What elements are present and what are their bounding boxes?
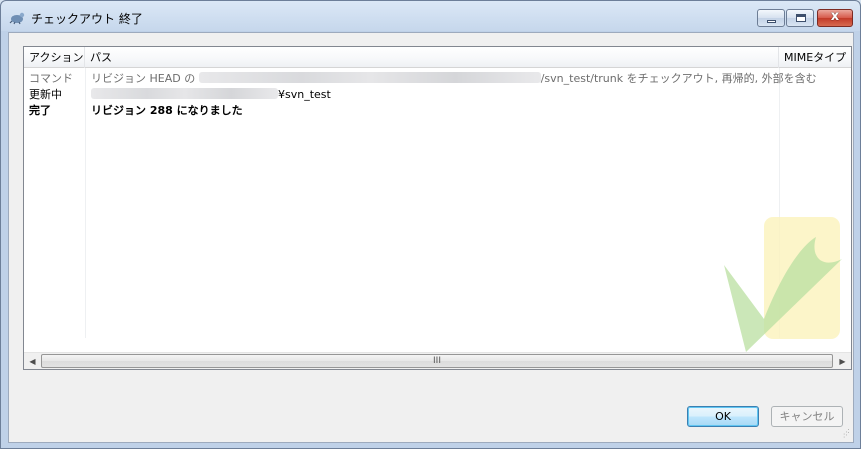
scroll-thumb[interactable]: III [41,354,833,368]
close-icon: x [830,9,840,24]
row-path: リビジョン HEAD の /svn_test/trunk をチェックアウト, 再… [91,71,817,87]
maximize-icon [796,14,806,22]
list-item[interactable]: 更新中 ¥svn_test [24,87,851,103]
scroll-right-icon[interactable]: ▶ [834,353,851,369]
row-action: 完了 [29,104,51,117]
path-prefix: リビジョン HEAD の [91,72,196,85]
column-header-action[interactable]: アクション [24,47,85,68]
results-list[interactable]: アクション パス MIMEタイプ コマンド リビジョン HEAD の /svn_… [23,46,852,370]
cancel-button[interactable]: キャンセル [771,406,843,427]
minimize-button[interactable] [757,9,785,27]
minimize-icon [767,20,776,23]
title-bar[interactable]: チェックアウト 終了 x [1,1,860,31]
scroll-left-icon[interactable]: ◀ [24,353,41,369]
close-button[interactable]: x [817,9,853,27]
ok-button[interactable]: OK [687,406,759,427]
maximize-button[interactable] [786,9,814,27]
list-item[interactable]: 完了 リビジョン 288 になりました [24,103,851,119]
row-path: ¥svn_test [91,87,331,103]
dialog-body: アクション パス MIMEタイプ コマンド リビジョン HEAD の /svn_… [8,32,854,443]
checkout-finished-dialog: チェックアウト 終了 x アクション パス MIMEタイプ コマンド リビジョン… [0,0,861,449]
row-action: 更新中 [29,88,62,101]
list-item[interactable]: コマンド リビジョン HEAD の /svn_test/trunk をチェックア… [24,71,851,87]
list-header: アクション パス MIMEタイプ [24,47,851,68]
path-suffix: ¥svn_test [278,88,331,101]
redacted-path [91,88,278,99]
window-title: チェックアウト 終了 [31,12,143,26]
path-suffix: /svn_test/trunk をチェックアウト, 再帰的, 外部を含む [540,72,817,85]
checkmark-watermark-icon [724,217,842,352]
redacted-url [198,72,541,83]
column-header-mime[interactable]: MIMEタイプ [779,47,851,68]
resize-grip-icon[interactable]: ⋰ ⋰ [843,429,853,441]
column-header-path[interactable]: パス [85,47,779,68]
tortoisesvn-icon [9,12,25,25]
row-path: リビジョン 288 になりました [91,104,243,117]
row-action: コマンド [29,72,73,85]
horizontal-scrollbar[interactable]: ◀ III ▶ [24,352,851,369]
